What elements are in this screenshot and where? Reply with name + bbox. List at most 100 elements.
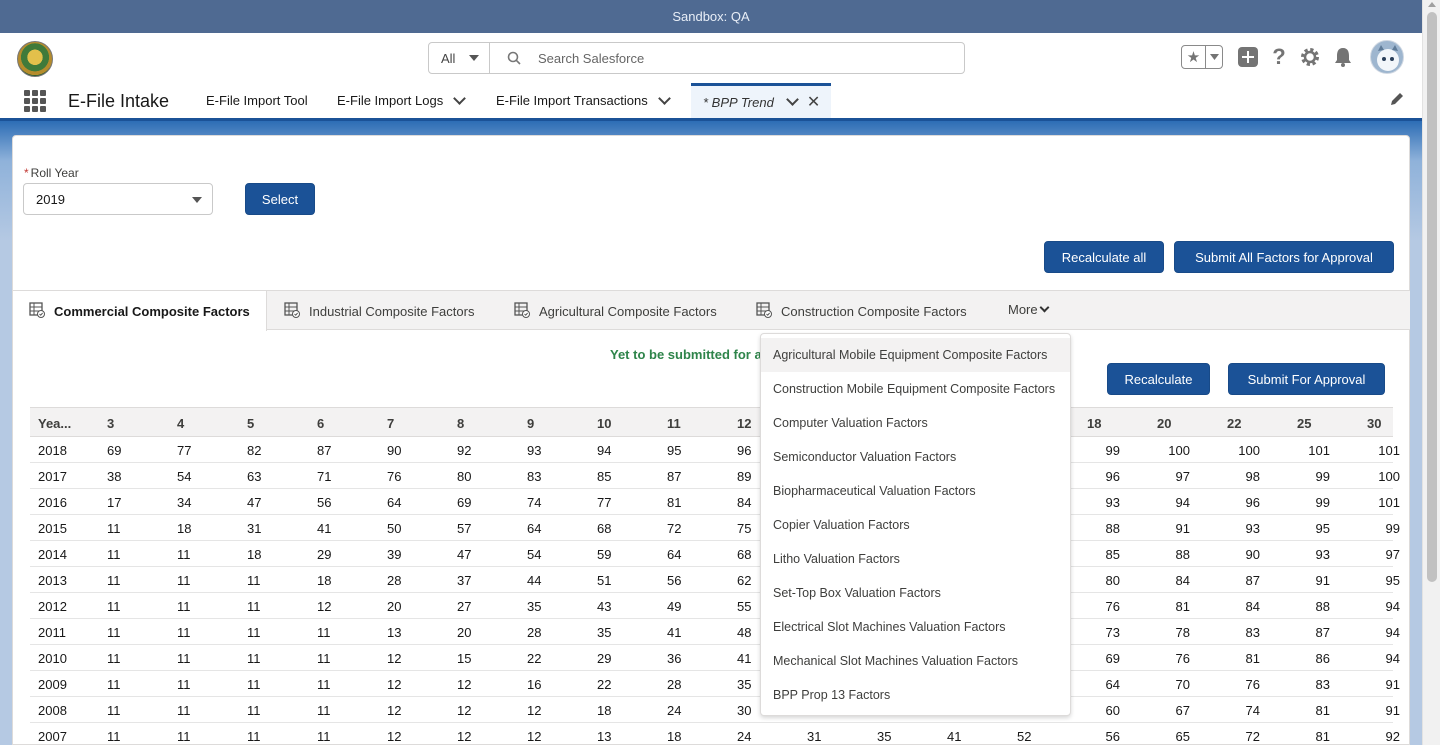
- table-cell: 51: [597, 572, 612, 588]
- table-cell-year: 2007: [38, 728, 67, 744]
- table-cell: 24: [737, 728, 752, 744]
- user-avatar[interactable]: [1370, 40, 1404, 74]
- tab-commercial-composite-factors[interactable]: Commercial Composite Factors: [13, 291, 267, 331]
- table-cell: 11: [247, 650, 261, 666]
- recalculate-all-button[interactable]: Recalculate all: [1044, 241, 1164, 273]
- column-header-label: 30: [1367, 415, 1382, 431]
- column-header[interactable]: 9: [527, 408, 534, 438]
- table-cell: 72: [1245, 728, 1260, 744]
- column-header[interactable]: 6: [317, 408, 324, 438]
- menu-item[interactable]: Litho Valuation Factors: [761, 542, 1070, 576]
- submit-for-approval-button[interactable]: Submit For Approval: [1228, 363, 1385, 395]
- column-header[interactable]: 8: [457, 408, 464, 438]
- column-header[interactable]: 25: [1297, 408, 1311, 438]
- tab-industrial-composite-factors[interactable]: Industrial Composite Factors: [284, 291, 474, 331]
- bell-icon[interactable]: [1332, 46, 1354, 68]
- help-icon[interactable]: ?: [1268, 44, 1290, 69]
- table-cell: 101: [1378, 494, 1400, 510]
- column-header[interactable]: 4: [177, 408, 184, 438]
- table-cell: 11: [177, 702, 191, 718]
- menu-item[interactable]: Set-Top Box Valuation Factors: [761, 576, 1070, 610]
- table-cell: 85: [597, 468, 612, 484]
- table-cell: 84: [1175, 572, 1190, 588]
- table-cell: 80: [1105, 572, 1120, 588]
- table-cell: 77: [597, 494, 612, 510]
- nav-item-bpp-trend[interactable]: * BPP Trend ✕: [691, 83, 831, 118]
- table-cell: 56: [317, 494, 332, 510]
- table-cell: 31: [247, 520, 262, 536]
- search-scope-dropdown[interactable]: All: [429, 43, 490, 73]
- menu-item[interactable]: Computer Valuation Factors: [761, 406, 1070, 440]
- chevron-down-icon[interactable]: [453, 91, 467, 105]
- menu-item[interactable]: Agricultural Mobile Equipment Composite …: [761, 338, 1070, 372]
- menu-item[interactable]: Electrical Slot Machines Valuation Facto…: [761, 610, 1070, 644]
- menu-item[interactable]: BPP Prop 13 Factors: [761, 678, 1070, 712]
- add-icon[interactable]: [1237, 46, 1259, 68]
- nav-item-efile-import-logs[interactable]: E-File Import Logs: [337, 83, 467, 118]
- org-logo[interactable]: [17, 41, 53, 77]
- table-cell: 88: [1315, 598, 1330, 614]
- tab-agricultural-composite-factors[interactable]: Agricultural Composite Factors: [514, 291, 717, 331]
- required-marker: *: [24, 166, 29, 180]
- recalculate-button[interactable]: Recalculate: [1107, 363, 1210, 395]
- table-cell: 24: [667, 702, 682, 718]
- submit-all-factors-button[interactable]: Submit All Factors for Approval: [1174, 241, 1394, 273]
- table-cell: 13: [387, 624, 402, 640]
- chevron-down-icon[interactable]: [657, 91, 671, 105]
- column-header[interactable]: 11: [667, 408, 681, 438]
- column-header[interactable]: 18: [1087, 408, 1101, 438]
- favorites-dropdown[interactable]: [1206, 46, 1222, 68]
- more-tabs-button[interactable]: More: [1008, 302, 1050, 317]
- table-cell: 90: [387, 442, 402, 458]
- column-header-year[interactable]: Yea...: [38, 408, 71, 438]
- menu-item[interactable]: Semiconductor Valuation Factors: [761, 440, 1070, 474]
- table-cell: 93: [1315, 546, 1330, 562]
- table-cell: 34: [177, 494, 192, 510]
- menu-item[interactable]: Mechanical Slot Machines Valuation Facto…: [761, 644, 1070, 678]
- close-icon[interactable]: ✕: [807, 92, 820, 112]
- chevron-down-icon[interactable]: [785, 93, 799, 106]
- scroll-up-arrow-icon[interactable]: [1428, 2, 1436, 7]
- column-header-label: 11: [667, 415, 681, 431]
- table-cell: 83: [527, 468, 542, 484]
- table-cell: 11: [177, 650, 191, 666]
- nav-item-efile-import-tool[interactable]: E-File Import Tool: [206, 83, 308, 118]
- tab-label: Agricultural Composite Factors: [539, 303, 717, 319]
- menu-item[interactable]: Copier Valuation Factors: [761, 508, 1070, 542]
- table-cell: 22: [527, 650, 542, 666]
- menu-item[interactable]: Biopharmaceutical Valuation Factors: [761, 474, 1070, 508]
- table-cell: 76: [1175, 650, 1190, 666]
- table-cell: 52: [1017, 728, 1032, 744]
- select-button[interactable]: Select: [245, 183, 315, 215]
- page-scrollbar[interactable]: [1422, 0, 1440, 745]
- table-icon: [756, 301, 772, 321]
- search-scope-label: All: [441, 50, 456, 66]
- edit-nav-pencil-icon[interactable]: [1390, 92, 1404, 109]
- column-header[interactable]: 7: [387, 408, 394, 438]
- scrollbar-thumb[interactable]: [1427, 12, 1437, 582]
- table-cell-year: 2010: [38, 650, 67, 666]
- nav-item-efile-import-transactions[interactable]: E-File Import Transactions: [496, 83, 671, 118]
- column-header[interactable]: 3: [107, 408, 114, 438]
- table-cell: 87: [317, 442, 332, 458]
- table-cell: 18: [247, 546, 262, 562]
- column-header[interactable]: 30: [1367, 408, 1381, 438]
- column-header[interactable]: 12: [737, 408, 751, 438]
- global-header: All ★ ?: [0, 33, 1422, 83]
- table-cell: 94: [1385, 650, 1400, 666]
- app-launcher-icon[interactable]: [24, 90, 46, 112]
- table-cell: 15: [457, 650, 472, 666]
- tab-construction-composite-factors[interactable]: Construction Composite Factors: [756, 291, 967, 331]
- roll-year-select[interactable]: 2019: [23, 183, 213, 215]
- search-input[interactable]: [538, 43, 964, 73]
- column-header[interactable]: 22: [1227, 408, 1241, 438]
- menu-item[interactable]: Construction Mobile Equipment Composite …: [761, 372, 1070, 406]
- star-icon[interactable]: ★: [1182, 46, 1206, 68]
- gear-icon[interactable]: [1299, 46, 1321, 68]
- column-header[interactable]: 20: [1157, 408, 1171, 438]
- column-header-label: 18: [1087, 415, 1102, 431]
- table-cell: 69: [1105, 650, 1120, 666]
- table-cell: 63: [247, 468, 262, 484]
- column-header[interactable]: 5: [247, 408, 254, 438]
- column-header[interactable]: 10: [597, 408, 611, 438]
